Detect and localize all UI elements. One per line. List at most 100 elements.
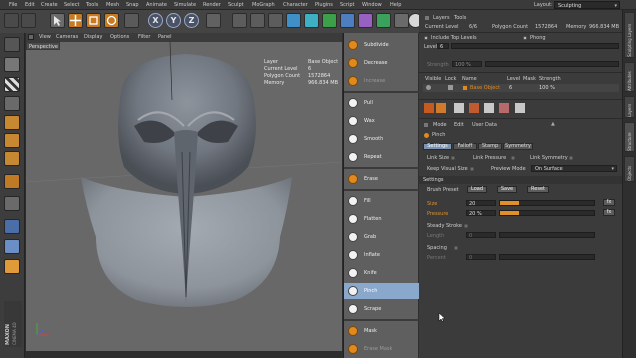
locked-workplane-icon[interactable] <box>4 239 20 254</box>
clear-layer-icon[interactable] <box>484 103 494 113</box>
menu-select[interactable]: Select <box>64 2 79 8</box>
attr-menu-user-data[interactable]: User Data <box>472 122 497 128</box>
layers-menu-layers[interactable]: Layers <box>433 15 450 21</box>
menu-window[interactable]: Window <box>362 2 382 8</box>
menu-plugins[interactable]: Plugins <box>315 2 333 8</box>
polygons-mode-icon[interactable] <box>4 151 20 166</box>
viewport-nav-icon[interactable] <box>28 34 34 40</box>
strength-field[interactable]: 100 % <box>452 61 482 68</box>
points-mode-icon[interactable] <box>4 115 20 130</box>
tab-falloff[interactable]: Falloff <box>453 143 477 150</box>
scale-icon[interactable] <box>86 13 101 28</box>
perspective-viewport[interactable]: Perspective Layer Base Object Current Le… <box>26 42 342 351</box>
workplane-icon[interactable] <box>4 96 20 111</box>
tab-settings[interactable]: Settings <box>423 143 452 150</box>
texture-mode-icon[interactable] <box>4 77 20 92</box>
link-symmetry-checkbox[interactable] <box>569 156 573 160</box>
tab-attributes[interactable]: Attributes <box>624 62 635 92</box>
subdivision-surface-icon[interactable] <box>322 13 337 28</box>
tab-structure[interactable]: Structure <box>624 122 635 152</box>
eye-icon[interactable] <box>426 85 431 90</box>
model-mode-icon[interactable] <box>4 57 20 72</box>
tool-grab[interactable]: Grab <box>344 229 419 245</box>
viewport-menu-panel[interactable]: Panel <box>158 34 172 40</box>
pen-spline-icon[interactable] <box>304 13 319 28</box>
menu-create[interactable]: Create <box>41 2 58 8</box>
size-slider[interactable] <box>499 200 595 206</box>
attr-menu-edit[interactable]: Edit <box>454 122 464 128</box>
add-layer-icon[interactable] <box>454 103 464 113</box>
coordinate-system-icon[interactable] <box>206 13 221 28</box>
pressure-slider[interactable] <box>499 210 595 216</box>
spacing-checkbox[interactable] <box>454 246 458 250</box>
tool-smooth[interactable]: Smooth <box>344 131 419 147</box>
tool-pull[interactable]: Pull <box>344 95 419 111</box>
tool-flatten[interactable]: Flatten <box>344 211 419 227</box>
length-field[interactable]: 0 <box>466 232 496 239</box>
attr-menu-mode[interactable]: Mode <box>433 122 447 128</box>
axis-mode-icon[interactable] <box>4 174 20 189</box>
percent-field[interactable]: 0 <box>466 254 496 261</box>
render-settings-icon[interactable] <box>268 13 283 28</box>
make-editable-icon[interactable] <box>4 37 20 52</box>
percent-slider[interactable] <box>499 254 595 260</box>
cube-primitive-icon[interactable] <box>286 13 301 28</box>
floor-environment-icon[interactable] <box>376 13 391 28</box>
planar-workplane-icon[interactable] <box>4 259 20 274</box>
menu-snap[interactable]: Snap <box>126 2 139 8</box>
tool-inflate[interactable]: Inflate <box>344 247 419 263</box>
menu-simulate[interactable]: Simulate <box>174 2 196 8</box>
menu-sculpt[interactable]: Sculpt <box>228 2 244 8</box>
snapping-icon[interactable] <box>4 219 20 234</box>
tab-symmetry[interactable]: Symmetry <box>503 143 533 150</box>
preview-mode-dropdown[interactable]: On Surface ▾ <box>531 165 617 172</box>
menu-tools[interactable]: Tools <box>86 2 98 8</box>
tweak-mode-icon[interactable] <box>4 196 20 211</box>
z-axis-lock-button[interactable]: Z <box>184 13 199 28</box>
menu-script[interactable]: Script <box>340 2 355 8</box>
y-axis-lock-button[interactable]: Y <box>166 13 181 28</box>
render-view-icon[interactable] <box>232 13 247 28</box>
save-button[interactable]: Save <box>497 186 517 193</box>
layout-dropdown[interactable]: Sculpting ▾ <box>554 1 620 9</box>
camera-icon[interactable] <box>394 13 409 28</box>
undo-icon[interactable] <box>4 13 19 28</box>
tool-mask[interactable]: Mask <box>344 323 419 339</box>
deformer-icon[interactable] <box>358 13 373 28</box>
tool-pinch[interactable]: Pinch <box>344 283 419 299</box>
lock-icon[interactable] <box>448 85 453 90</box>
select-arrow-icon[interactable] <box>50 13 65 28</box>
menu-character[interactable]: Character <box>283 2 308 8</box>
level-slider[interactable] <box>451 43 619 49</box>
size-field[interactable]: 20 <box>466 200 496 207</box>
layer-row-base-object[interactable]: Base Object 6 100 % <box>423 84 619 92</box>
tool-subdivide[interactable]: Subdivide <box>344 37 419 53</box>
arrow-up-icon[interactable]: ▲ <box>551 121 555 127</box>
length-slider[interactable] <box>499 232 595 238</box>
tool-increase[interactable]: Increase <box>344 73 419 89</box>
pressure-field[interactable]: 20 % <box>466 210 496 217</box>
menu-help[interactable]: Help <box>390 2 401 8</box>
tab-sculpting-layers[interactable]: Sculpting Layers <box>624 12 635 58</box>
tool-erase[interactable]: Erase <box>344 171 419 187</box>
tab-objects[interactable]: Objects <box>624 156 635 182</box>
redo-icon[interactable] <box>21 13 36 28</box>
tool-fill[interactable]: Fill <box>344 193 419 209</box>
viewport-menu-filter[interactable]: Filter <box>138 34 150 40</box>
viewport-menu-cameras[interactable]: Cameras <box>56 34 78 40</box>
edges-mode-icon[interactable] <box>4 133 20 148</box>
keep-visual-size-checkbox[interactable] <box>470 167 474 171</box>
move-icon[interactable] <box>68 13 83 28</box>
bake-icon[interactable] <box>424 103 434 113</box>
rotate-icon[interactable] <box>104 13 119 28</box>
array-generator-icon[interactable] <box>340 13 355 28</box>
tab-layers[interactable]: Layers <box>624 96 635 118</box>
tool-scrape[interactable]: Scrape <box>344 301 419 317</box>
viewport-menu-display[interactable]: Display <box>84 34 102 40</box>
menu-edit[interactable]: Edit <box>25 2 35 8</box>
pressure-fx-button[interactable]: fx <box>603 209 615 216</box>
menu-file[interactable]: File <box>9 2 17 8</box>
mirror-icon[interactable] <box>436 103 446 113</box>
render-picture-viewer-icon[interactable] <box>250 13 265 28</box>
tool-repeat[interactable]: Repeat <box>344 149 419 165</box>
